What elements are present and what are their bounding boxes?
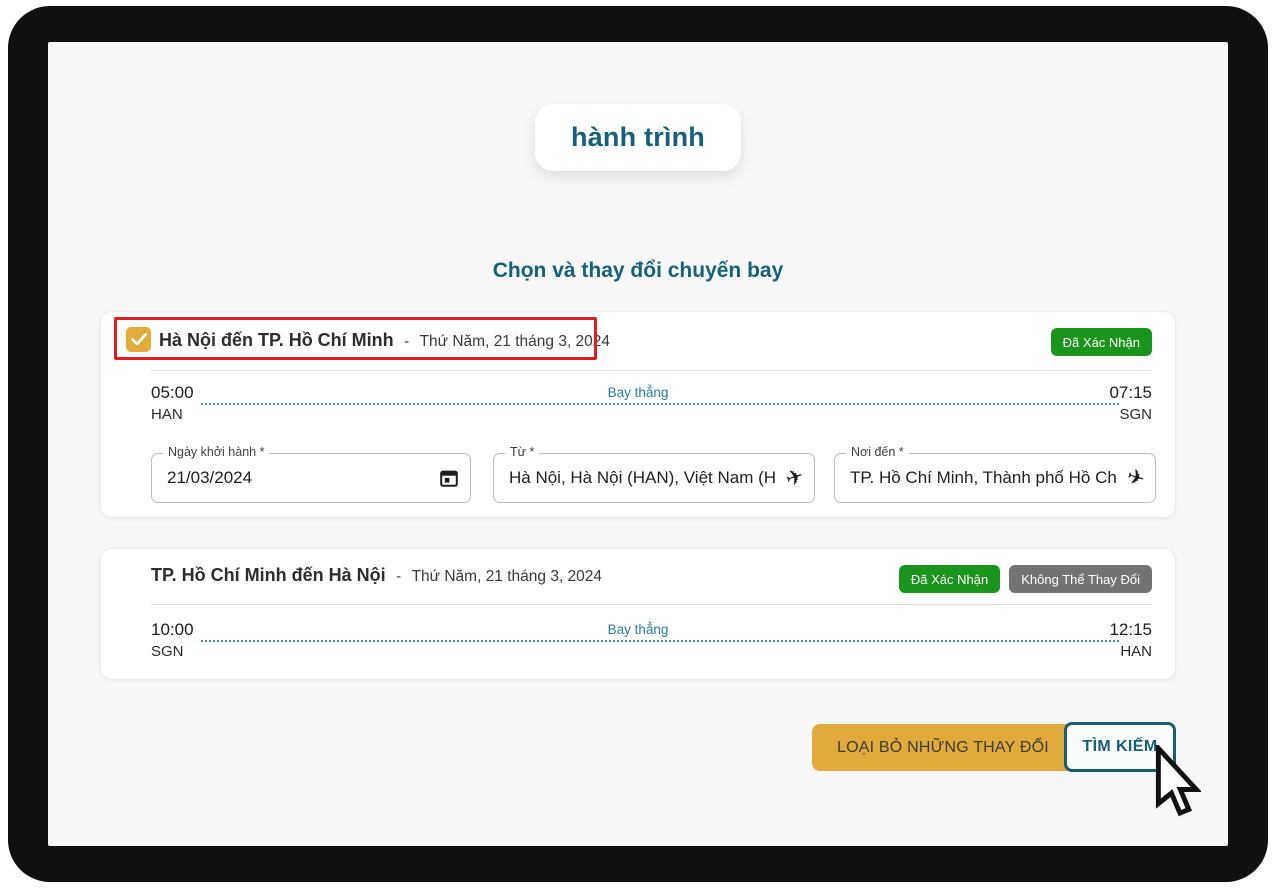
stops-label: Bay thẳng: [101, 622, 1175, 637]
flight-path-line: [201, 640, 1119, 642]
trip-tab-chip[interactable]: hành trình: [535, 104, 741, 171]
destination-field[interactable]: Nơi đến * TP. Hồ Chí Minh, Thành phố Hồ …: [834, 453, 1156, 503]
departure-date-label: Ngày khởi hành *: [163, 445, 269, 459]
departure-airport-code: HAN: [151, 405, 194, 424]
segment-checkbox[interactable]: [126, 327, 151, 352]
checkmark-icon: [131, 333, 147, 346]
departure-date-value: 21/03/2024: [167, 468, 432, 488]
segment-separator: -: [396, 568, 401, 585]
arrival-info: 07:15 SGN: [1109, 382, 1152, 424]
trip-tab-label: hành trình: [571, 122, 705, 153]
segment-badges: Đã Xác Nhận Không Thể Thay Đổi: [899, 565, 1152, 593]
segment-date: Thứ Năm, 21 tháng 3, 2024: [420, 333, 610, 350]
status-badge-confirmed: Đã Xác Nhận: [899, 565, 1000, 593]
plane-takeoff-icon: ✈: [786, 468, 804, 489]
flight-path-line: [201, 403, 1119, 405]
origin-field[interactable]: Từ * Hà Nội, Hà Nội (HAN), Việt Nam (HAN…: [493, 453, 815, 503]
calendar-icon[interactable]: [438, 467, 460, 489]
segment-card-outbound: Hà Nội đến TP. Hồ Chí Minh - Thứ Năm, 21…: [100, 311, 1176, 518]
stops-label: Bay thẳng: [101, 385, 1175, 400]
origin-value: Hà Nội, Hà Nội (HAN), Việt Nam (HAN): [509, 468, 776, 488]
segment-separator: -: [404, 333, 409, 350]
status-badge-confirmed: Đã Xác Nhận: [1051, 328, 1152, 356]
plane-landing-icon: ✈: [1127, 468, 1145, 489]
departure-airport-code: SGN: [151, 642, 194, 661]
segment-title: Hà Nội đến TP. Hồ Chí Minh: [159, 330, 394, 350]
discard-changes-button[interactable]: LOẠI BỎ NHỮNG THAY ĐỔI: [812, 724, 1074, 771]
destination-label: Nơi đến *: [846, 445, 909, 459]
origin-label: Từ *: [505, 445, 539, 459]
segment-header: TP. Hồ Chí Minh đến Hà Nội - Thứ Năm, 21…: [151, 565, 602, 586]
departure-date-field[interactable]: Ngày khởi hành * 21/03/2024: [151, 453, 471, 503]
card-divider: [151, 370, 1152, 371]
arrival-airport-code: HAN: [1109, 642, 1152, 661]
segment-card-return: TP. Hồ Chí Minh đến Hà Nội - Thứ Năm, 21…: [100, 548, 1176, 680]
segment-date: Thứ Năm, 21 tháng 3, 2024: [412, 568, 602, 585]
arrival-info: 12:15 HAN: [1109, 619, 1152, 661]
page-title: Chọn và thay đổi chuyến bay: [0, 259, 1276, 283]
arrival-time: 07:15: [1109, 382, 1152, 403]
destination-value: TP. Hồ Chí Minh, Thành phố Hồ Chí Minh (…: [850, 468, 1117, 488]
segment-badges: Đã Xác Nhận: [1051, 328, 1152, 356]
arrival-time: 12:15: [1109, 619, 1152, 640]
search-button[interactable]: TÌM KIẾM: [1064, 722, 1176, 772]
arrival-airport-code: SGN: [1109, 405, 1152, 424]
card-divider: [151, 604, 1152, 605]
status-badge-locked: Không Thể Thay Đổi: [1009, 565, 1152, 593]
segment-title: TP. Hồ Chí Minh đến Hà Nội: [151, 565, 386, 585]
segment-header: Hà Nội đến TP. Hồ Chí Minh - Thứ Năm, 21…: [159, 330, 610, 351]
